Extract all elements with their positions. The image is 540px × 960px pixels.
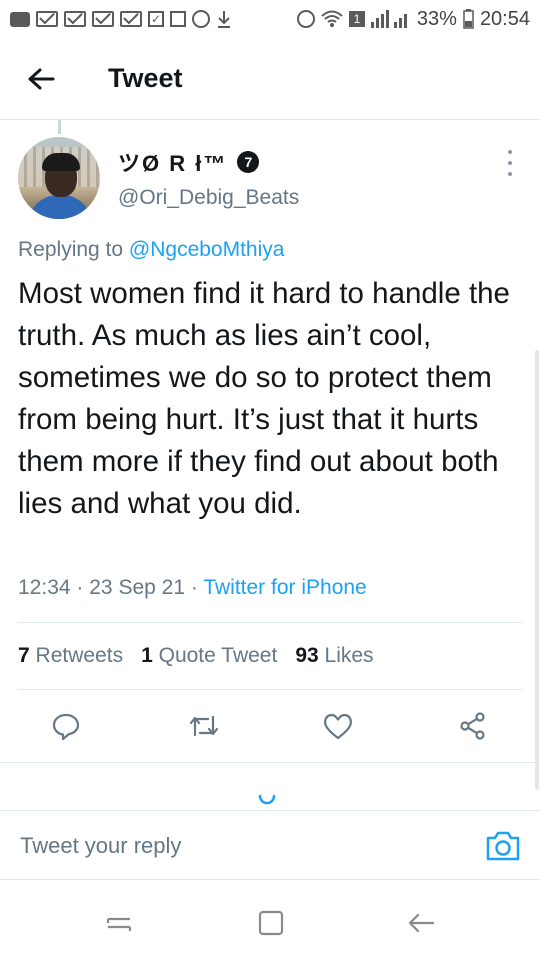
gmail-icon — [120, 11, 142, 27]
tweet-date: 23 Sep 21 — [89, 576, 186, 599]
display-name[interactable]: ツØ R ł™ 7 — [118, 146, 260, 178]
avatar-body — [28, 195, 92, 219]
gmail-icon — [36, 11, 58, 27]
home-icon — [258, 910, 284, 936]
replying-to-link[interactable]: @NgceboMthiya — [129, 238, 285, 261]
quotes-label: Quote Tweet — [158, 644, 278, 667]
reply-input[interactable] — [18, 827, 462, 865]
download-icon — [216, 9, 232, 29]
like-icon — [324, 713, 352, 740]
likes-count: 93 — [295, 644, 319, 667]
checkbox-icon: ✓ — [148, 11, 164, 27]
reply-composer — [0, 810, 540, 880]
dot-icon — [508, 150, 512, 154]
tweet-time: 12:34 — [18, 576, 71, 599]
system-nav-bar — [0, 882, 540, 960]
camera-button[interactable] — [484, 829, 522, 863]
retweets-stat[interactable]: 7 Retweets — [18, 644, 123, 668]
tweet-meta: 12:34 · 23 Sep 21 · Twitter for iPhone — [18, 576, 367, 600]
status-bar: ✓ 1 33% 20:54 — [0, 0, 540, 38]
meta-separator: · — [190, 576, 198, 599]
tweet-source[interactable]: Twitter for iPhone — [203, 576, 366, 599]
divider — [18, 689, 522, 690]
likes-label: Likes — [324, 644, 374, 667]
tweet-text: Most women find it hard to handle the tr… — [18, 277, 510, 520]
replying-to: Replying to @NgceboMthiya — [18, 238, 284, 262]
system-icons: 1 33% 20:54 — [296, 7, 530, 31]
action-bar — [0, 692, 540, 760]
replying-prefix: Replying to — [18, 238, 124, 261]
share-icon — [460, 712, 485, 740]
like-button[interactable] — [320, 708, 356, 744]
page-title: Tweet — [108, 63, 183, 93]
recent-apps-button[interactable] — [104, 908, 134, 938]
quotes-count: 1 — [141, 644, 153, 667]
camera-icon — [486, 831, 520, 861]
sync-icon — [192, 10, 210, 28]
user-handle[interactable]: @Ori_Debig_Beats — [118, 186, 299, 210]
reply-icon — [52, 713, 80, 741]
back-nav-icon — [408, 913, 435, 933]
reply-button[interactable] — [48, 708, 84, 744]
gmail-icon — [92, 11, 114, 27]
wifi-icon — [321, 10, 343, 28]
back-button[interactable] — [12, 50, 70, 108]
meta-separator: · — [76, 576, 84, 599]
display-name-text: ツØ R ł™ — [118, 151, 228, 176]
divider — [18, 622, 522, 623]
badge-icon: 7 — [237, 151, 260, 173]
dot-icon — [508, 161, 512, 165]
avatar-cap — [42, 153, 80, 171]
share-button[interactable] — [455, 708, 491, 744]
sim-icon: 1 — [348, 11, 365, 27]
home-button[interactable] — [256, 908, 286, 938]
retweet-button[interactable] — [186, 708, 222, 744]
battery-percent: 33% — [416, 7, 457, 30]
recent-apps-icon — [106, 917, 132, 931]
more-options-button[interactable] — [498, 150, 522, 176]
retweets-count: 7 — [18, 644, 30, 667]
loading-spinner-icon — [258, 794, 276, 805]
retweet-icon — [189, 715, 219, 737]
alarm-icon — [296, 10, 315, 28]
scrollbar[interactable] — [535, 350, 539, 790]
signal-icon — [370, 10, 411, 28]
tweet-stats: 7 Retweets 1 Quote Tweet 93 Likes — [18, 644, 374, 668]
gmail-icon — [64, 11, 86, 27]
retweets-label: Retweets — [35, 644, 124, 667]
dot-icon — [508, 172, 512, 176]
quote-tweets-stat[interactable]: 1 Quote Tweet — [141, 644, 277, 668]
battery-icon — [463, 9, 474, 29]
back-nav-button[interactable] — [406, 908, 436, 938]
likes-stat[interactable]: 93 Likes — [295, 644, 373, 668]
message-icon — [10, 11, 30, 27]
divider — [0, 762, 540, 763]
arrow-left-icon — [28, 68, 55, 89]
image-icon — [170, 11, 186, 27]
avatar[interactable] — [18, 137, 100, 219]
clock: 20:54 — [479, 7, 530, 30]
notification-icons: ✓ — [10, 9, 232, 29]
app-bar: Tweet — [0, 38, 540, 120]
thread-connector — [58, 120, 61, 134]
